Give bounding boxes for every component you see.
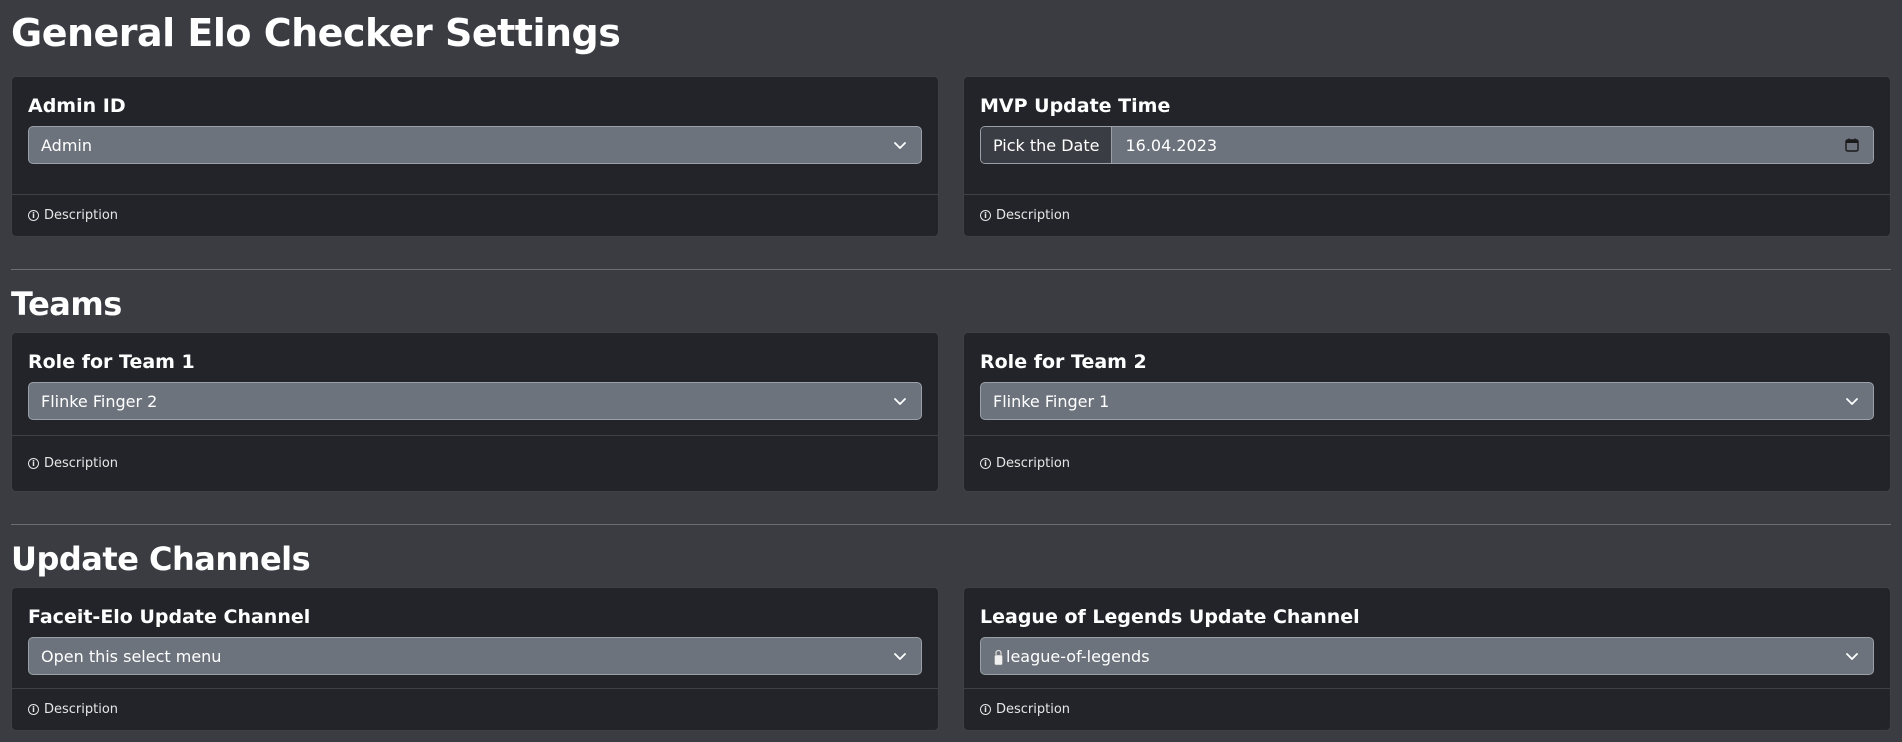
teams-title: Teams bbox=[11, 285, 122, 323]
team2-role-card: Role for Team 2 Flinke Finger 1 i Descri… bbox=[963, 332, 1891, 492]
faceit-channel-value: Open this select menu bbox=[41, 646, 222, 666]
info-icon: i bbox=[980, 458, 991, 469]
team2-role-select[interactable]: Flinke Finger 1 bbox=[980, 382, 1874, 420]
settings-page: General Elo Checker Settings Admin ID Ad… bbox=[0, 0, 1902, 742]
team1-role-value: Flinke Finger 2 bbox=[41, 391, 158, 411]
update-channels-title: Update Channels bbox=[11, 540, 311, 578]
mvp-update-time-footer: i Description bbox=[964, 194, 1890, 236]
info-icon: i bbox=[28, 458, 39, 469]
chevron-down-icon bbox=[1846, 653, 1858, 660]
mvp-date-value: 16.04.2023 bbox=[1125, 135, 1218, 155]
calendar-icon[interactable] bbox=[1845, 138, 1859, 152]
team2-role-value: Flinke Finger 1 bbox=[993, 391, 1110, 411]
section-divider bbox=[11, 524, 1891, 525]
admin-id-description: Description bbox=[44, 208, 119, 223]
lol-channel-footer: i Description bbox=[964, 688, 1890, 730]
lol-channel-label: League of Legends Update Channel bbox=[980, 606, 1360, 628]
lol-channel-description: Description bbox=[996, 702, 1071, 717]
admin-id-label: Admin ID bbox=[28, 95, 126, 117]
faceit-channel-footer: i Description bbox=[12, 688, 938, 730]
info-icon: i bbox=[980, 210, 991, 221]
mvp-date-input[interactable]: 16.04.2023 bbox=[1112, 127, 1873, 163]
faceit-channel-card: Faceit-Elo Update Channel Open this sele… bbox=[11, 587, 939, 731]
chevron-down-icon bbox=[1846, 398, 1858, 405]
team1-role-select[interactable]: Flinke Finger 2 bbox=[28, 382, 922, 420]
lock-icon bbox=[994, 649, 1003, 666]
faceit-channel-description: Description bbox=[44, 702, 119, 717]
info-icon: i bbox=[28, 210, 39, 221]
general-settings-title: General Elo Checker Settings bbox=[11, 11, 621, 55]
mvp-date-group: Pick the Date 16.04.2023 bbox=[980, 126, 1874, 164]
team1-role-label: Role for Team 1 bbox=[28, 351, 195, 373]
team1-role-footer: i Description bbox=[12, 435, 938, 491]
mvp-update-time-card: MVP Update Time Pick the Date 16.04.2023… bbox=[963, 76, 1891, 237]
lol-channel-value: league-of-legends bbox=[1006, 646, 1150, 666]
admin-id-card: Admin ID Admin i Description bbox=[11, 76, 939, 237]
admin-id-select-value: Admin bbox=[41, 135, 92, 155]
lol-channel-select[interactable]: league-of-legends bbox=[980, 637, 1874, 675]
faceit-channel-label: Faceit-Elo Update Channel bbox=[28, 606, 311, 628]
lol-channel-card: League of Legends Update Channel league-… bbox=[963, 587, 1891, 731]
chevron-down-icon bbox=[894, 653, 906, 660]
admin-id-select[interactable]: Admin bbox=[28, 126, 922, 164]
team1-role-description: Description bbox=[44, 456, 119, 471]
faceit-channel-select[interactable]: Open this select menu bbox=[28, 637, 922, 675]
mvp-update-time-label: MVP Update Time bbox=[980, 95, 1171, 117]
team2-role-description: Description bbox=[996, 456, 1071, 471]
chevron-down-icon bbox=[894, 398, 906, 405]
chevron-down-icon bbox=[894, 142, 906, 149]
section-divider bbox=[11, 269, 1891, 270]
team2-role-footer: i Description bbox=[964, 435, 1890, 491]
info-icon: i bbox=[28, 704, 39, 715]
mvp-update-time-description: Description bbox=[996, 208, 1071, 223]
pick-date-prefix: Pick the Date bbox=[981, 127, 1113, 163]
info-icon: i bbox=[980, 704, 991, 715]
team2-role-label: Role for Team 2 bbox=[980, 351, 1147, 373]
admin-id-footer: i Description bbox=[12, 194, 938, 236]
team1-role-card: Role for Team 1 Flinke Finger 2 i Descri… bbox=[11, 332, 939, 492]
